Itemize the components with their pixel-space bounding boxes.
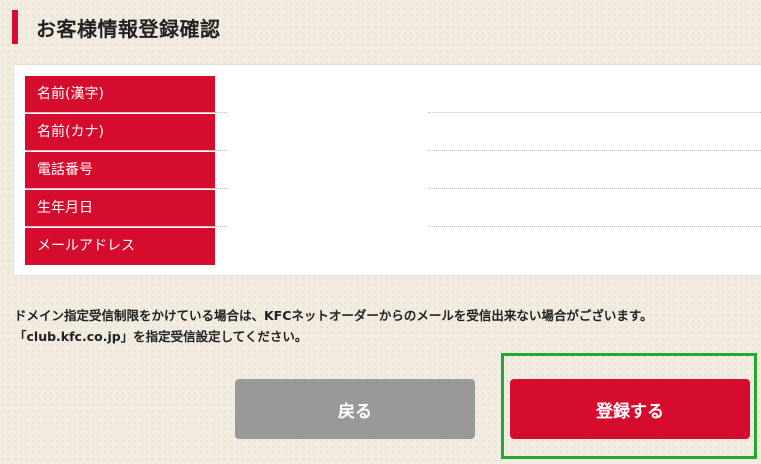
title-accent-bar (12, 10, 18, 44)
divider (428, 112, 761, 113)
row-value-birthdate (215, 190, 761, 227)
row-value-phone (215, 152, 761, 189)
confirmation-table: 名前(漢字) 名前(カナ) 電話番号 生年月日 メールアドレス (25, 76, 761, 266)
divider (215, 150, 227, 151)
row-birthdate: 生年月日 (25, 190, 761, 228)
row-name-kanji: 名前(漢字) (25, 76, 761, 114)
row-label: 生年月日 (25, 190, 215, 227)
confirmation-panel: 名前(漢字) 名前(カナ) 電話番号 生年月日 メールアドレス (13, 64, 761, 276)
page-header: お客様情報登録確認 (12, 10, 221, 44)
page-title: お客様情報登録確認 (36, 16, 221, 41)
divider (215, 112, 227, 113)
row-name-kana: 名前(カナ) (25, 114, 761, 152)
row-label: 電話番号 (25, 152, 215, 189)
register-button[interactable]: 登録する (510, 379, 750, 439)
row-value-name-kanji (215, 76, 761, 113)
row-phone: 電話番号 (25, 152, 761, 190)
back-button[interactable]: 戻る (235, 379, 475, 439)
domain-notice: ドメイン指定受信制限をかけている場合は、KFCネットオーダーからのメールを受信出… (14, 305, 653, 347)
row-label: 名前(カナ) (25, 114, 215, 151)
row-value-name-kana (215, 114, 761, 151)
divider (428, 150, 761, 151)
row-label: メールアドレス (25, 228, 215, 265)
divider (428, 226, 761, 227)
divider (215, 188, 227, 189)
notice-line-1: ドメイン指定受信制限をかけている場合は、KFCネットオーダーからのメールを受信出… (14, 308, 653, 323)
divider (428, 188, 761, 189)
row-email: メールアドレス (25, 228, 761, 266)
row-label: 名前(漢字) (25, 76, 215, 113)
divider (215, 226, 227, 227)
notice-line-2: 「club.kfc.co.jp」を指定受信設定してください。 (14, 329, 308, 344)
row-value-email (215, 228, 761, 265)
